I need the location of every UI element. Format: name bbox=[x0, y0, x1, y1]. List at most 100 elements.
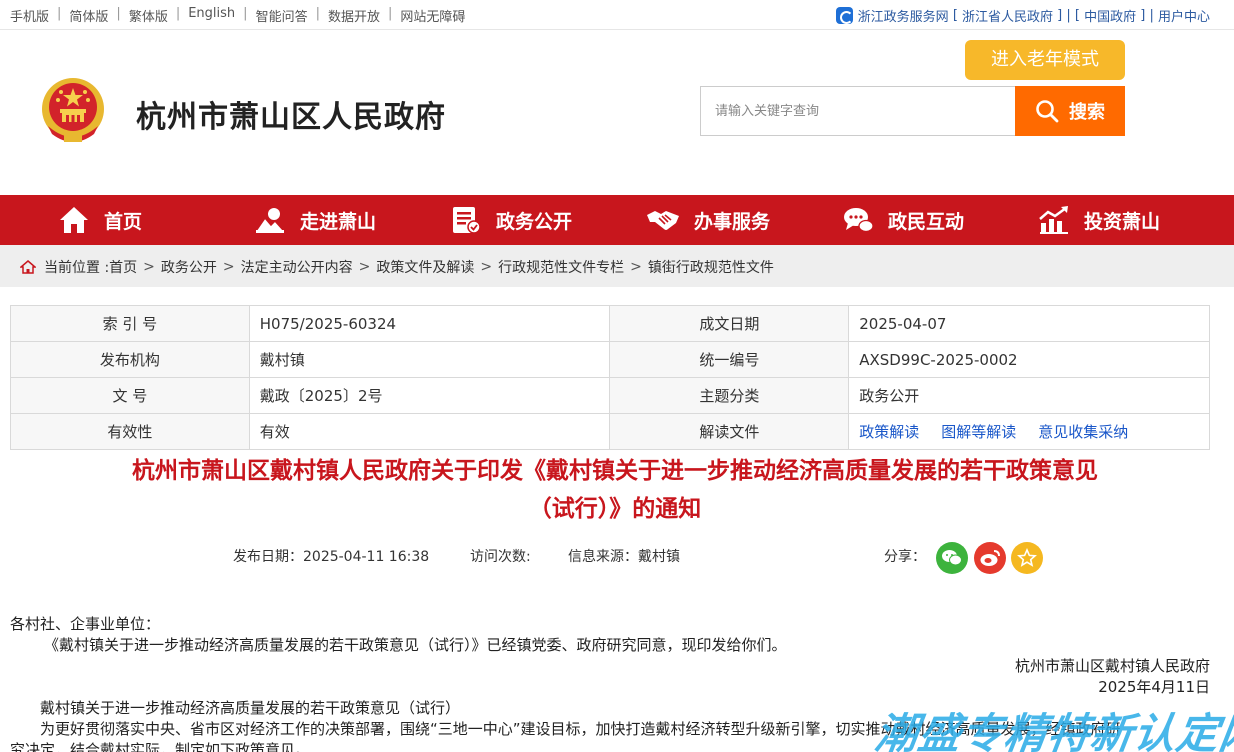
interpretation-label: 解读文件 bbox=[609, 413, 850, 450]
search-button-label: 搜索 bbox=[1069, 102, 1105, 123]
index-label: 索 引 号 bbox=[10, 305, 250, 342]
top-links: 手机版 | 简体版 | 繁体版 | English | 智能问答 | 数据开放 | 网站无障… bbox=[10, 6, 465, 25]
nav-item-about[interactable]: 走进萧山 bbox=[254, 195, 450, 245]
body-paragraph: 究决定，结合戴村实际，制定如下政策意见。 bbox=[10, 741, 311, 752]
chat-icon bbox=[844, 208, 874, 233]
smart-qa-link[interactable]: 智能问答 bbox=[256, 6, 308, 25]
title-line: 杭州市萧山区戴村镇人民政府关于印发《戴村镇关于进一步推动经济高质量发展的若干政策… bbox=[132, 458, 1098, 484]
breadcrumb-item[interactable]: 政务公开 bbox=[161, 257, 217, 277]
home-icon bbox=[60, 207, 88, 233]
policy-interpretation-link[interactable]: 政策解读 bbox=[859, 423, 919, 441]
nav-item-home[interactable]: 首页 bbox=[58, 195, 254, 245]
nav-label: 首页 bbox=[104, 210, 143, 233]
main-nav: 首页 走进萧山 政务公开 办事服务 政民互动 投资萧山 bbox=[0, 195, 1234, 245]
share-label: 分享： bbox=[884, 549, 926, 565]
separator: | bbox=[116, 6, 121, 21]
watermark: 潮盛专精特新认定网 bbox=[872, 709, 1234, 752]
top-right-links: 浙江政务服务网 [ 浙江省人民政府 ] | [ 中国政府 ] | 用户中心 bbox=[835, 6, 1210, 25]
nav-item-investment[interactable]: 投资萧山 bbox=[1038, 195, 1234, 245]
elder-mode-button[interactable]: 进入老年模式 bbox=[965, 40, 1125, 80]
simplified-link[interactable]: 简体版 bbox=[69, 6, 108, 25]
sub-title: 戴村镇关于进一步推动经济高质量发展的若干政策意见（试行） bbox=[40, 699, 461, 717]
docno-label: 文 号 bbox=[10, 377, 250, 414]
info-source: 信息来源：戴村镇 bbox=[568, 549, 680, 565]
nav-item-services[interactable]: 办事服务 bbox=[646, 195, 842, 245]
separator: | bbox=[57, 6, 62, 21]
english-link[interactable]: English bbox=[188, 6, 235, 25]
table-row: 索 引 号 H075/2025-60324 成文日期 2025-04-07 bbox=[10, 305, 1210, 342]
interpretation-links: 政策解读 图解等解读 意见收集采纳 bbox=[848, 413, 1210, 450]
salutation: 各村社、企事业单位： bbox=[10, 615, 161, 633]
org-value: 戴村镇 bbox=[248, 341, 611, 378]
index-value: H075/2025-60324 bbox=[248, 305, 611, 342]
code-value: AXSD99C-2025-0002 bbox=[848, 341, 1210, 378]
nav-label: 政民互动 bbox=[888, 210, 965, 233]
validity-label: 有效性 bbox=[10, 413, 250, 450]
separator: | bbox=[387, 6, 393, 21]
body-paragraph: 《戴村镇关于进一步推动经济高质量发展的若干政策意见（试行）》已经镇党委、政府研究… bbox=[44, 636, 787, 654]
org-label: 发布机构 bbox=[10, 341, 250, 378]
handshake-icon bbox=[647, 211, 679, 230]
date-label: 成文日期 bbox=[609, 305, 850, 342]
breadcrumb-item[interactable]: 政策文件及解读 bbox=[376, 257, 474, 277]
breadcrumb-item[interactable]: 法定主动公开内容 bbox=[241, 257, 353, 277]
search-button[interactable]: 搜索 bbox=[1015, 86, 1125, 136]
table-row: 有效性 有效 解读文件 政策解读 图解等解读 意见收集采纳 bbox=[10, 413, 1210, 450]
nav-item-gov-affairs[interactable]: 政务公开 bbox=[450, 195, 646, 245]
validity-value: 有效 bbox=[248, 413, 611, 450]
signature-date: 2025年4月11日 bbox=[1098, 678, 1210, 696]
table-row: 发布机构 戴村镇 统一编号 AXSD99C-2025-0002 bbox=[10, 341, 1210, 378]
traditional-link[interactable]: 繁体版 bbox=[129, 6, 168, 25]
nav-label: 政务公开 bbox=[496, 210, 573, 233]
docno-value: 戴政〔2025〕2号 bbox=[248, 377, 611, 414]
mobile-version-link[interactable]: 手机版 bbox=[10, 6, 49, 25]
topic-label: 主题分类 bbox=[609, 377, 850, 414]
share-wechat-button[interactable] bbox=[936, 542, 968, 574]
nav-label: 投资萧山 bbox=[1084, 210, 1161, 233]
topic-value: 政务公开 bbox=[848, 377, 1210, 414]
breadcrumb-item[interactable]: 镇街行政规范性文件 bbox=[648, 257, 774, 277]
publish-date: 发布日期：2025-04-11 16:38 bbox=[233, 549, 430, 565]
date-value: 2025-04-07 bbox=[848, 305, 1210, 342]
breadcrumb-prefix: 当前位置 : bbox=[44, 260, 110, 276]
breadcrumb-item[interactable]: 行政规范性文件专栏 bbox=[498, 257, 624, 277]
visit-count: 访问次数: bbox=[470, 549, 531, 565]
open-data-link[interactable]: 数据开放 bbox=[328, 6, 380, 25]
search-input[interactable] bbox=[700, 86, 1016, 136]
landscape-icon bbox=[254, 208, 286, 233]
nav-label: 走进萧山 bbox=[300, 210, 377, 233]
star-icon bbox=[1017, 548, 1037, 567]
wechat-icon bbox=[942, 550, 962, 566]
site-title: 杭州市萧山区人民政府 bbox=[136, 100, 446, 135]
document-icon bbox=[453, 207, 481, 234]
graphic-interpretation-link[interactable]: 图解等解读 bbox=[941, 423, 1016, 441]
user-center-link[interactable]: 用户中心 bbox=[1158, 6, 1210, 25]
document-title: 杭州市萧山区戴村镇人民政府关于印发《戴村镇关于进一步推动经济高质量发展的若干政策… bbox=[40, 452, 1190, 528]
province-gov-link[interactable]: 浙江省人民政府 bbox=[962, 6, 1053, 25]
weibo-icon bbox=[980, 550, 1000, 566]
table-row: 文 号 戴政〔2025〕2号 主题分类 政务公开 bbox=[10, 377, 1210, 414]
breadcrumb: 当前位置 : 首页 > 政务公开 > 法定主动公开内容 > 政策文件及解读 > 行政规范… bbox=[0, 245, 1234, 287]
zhejiang-service-icon bbox=[835, 7, 853, 24]
title-line: （试行）》的通知 bbox=[528, 496, 702, 522]
separator: | bbox=[243, 6, 248, 21]
location-home-icon bbox=[20, 260, 36, 274]
separator: | bbox=[175, 6, 181, 21]
nav-label: 办事服务 bbox=[694, 210, 771, 233]
accessibility-link[interactable]: 网站无障碍 bbox=[400, 6, 465, 25]
breadcrumb-item[interactable]: 首页 bbox=[109, 257, 137, 277]
code-label: 统一编号 bbox=[609, 341, 850, 378]
share-weibo-button[interactable] bbox=[974, 542, 1006, 574]
china-gov-link[interactable]: 中国政府 bbox=[1084, 6, 1136, 25]
zhejiang-service-link[interactable]: 浙江政务服务网 bbox=[858, 6, 949, 25]
document-meta-table: 索 引 号 H075/2025-60324 成文日期 2025-04-07 发布… bbox=[10, 305, 1210, 450]
national-emblem-logo bbox=[40, 76, 106, 146]
search-icon bbox=[1036, 100, 1059, 123]
chart-icon bbox=[1039, 206, 1068, 234]
top-utility-bar: 手机版 | 简体版 | 繁体版 | English | 智能问答 | 数据开放 | 网站无障… bbox=[0, 0, 1234, 30]
separator: | bbox=[315, 6, 320, 21]
share-favorite-button[interactable] bbox=[1011, 542, 1043, 574]
opinion-adoption-link[interactable]: 意见收集采纳 bbox=[1038, 423, 1128, 441]
signature: 杭州市萧山区戴村镇人民政府 bbox=[1014, 657, 1210, 675]
nav-item-interaction[interactable]: 政民互动 bbox=[842, 195, 1038, 245]
